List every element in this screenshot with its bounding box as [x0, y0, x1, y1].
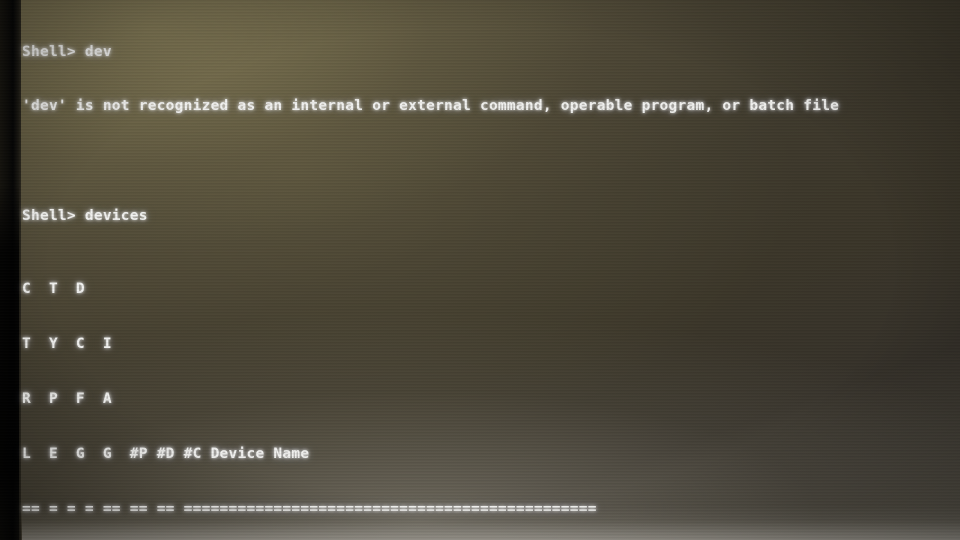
photo-vignette — [0, 0, 960, 540]
monitor-photo: Shell> dev 'dev' is not recognized as an… — [0, 0, 960, 540]
